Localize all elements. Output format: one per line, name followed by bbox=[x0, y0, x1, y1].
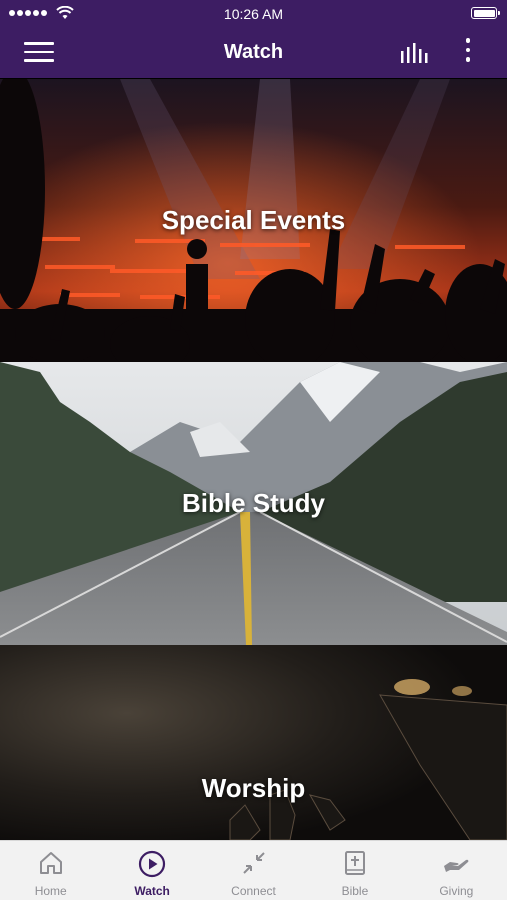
battery-icon bbox=[471, 7, 500, 19]
play-circle-icon bbox=[139, 850, 166, 878]
connect-arrows-icon bbox=[242, 852, 265, 874]
giving-hand-icon bbox=[444, 859, 469, 872]
worship-image bbox=[0, 645, 507, 840]
tab-label: Home bbox=[34, 884, 67, 898]
home-icon bbox=[39, 852, 62, 874]
worship-card[interactable]: Worship bbox=[0, 645, 507, 840]
tab-giving[interactable]: Giving bbox=[406, 841, 507, 900]
tab-watch[interactable]: Watch bbox=[101, 841, 202, 900]
tab-connect[interactable]: Connect bbox=[203, 841, 304, 900]
card-title: Special Events bbox=[161, 205, 346, 235]
vertical-dots-icon bbox=[465, 38, 471, 43]
tab-home[interactable]: Home bbox=[0, 841, 101, 900]
more-options-button[interactable] bbox=[460, 38, 476, 68]
card-title: Bible Study bbox=[181, 488, 325, 518]
tab-label: Connect bbox=[231, 884, 276, 898]
tab-bible[interactable]: Bible bbox=[304, 841, 405, 900]
status-bar: 10:26 AM bbox=[0, 0, 507, 28]
bible-book-icon bbox=[344, 851, 365, 875]
bible-study-card[interactable]: Bible Study bbox=[0, 362, 507, 645]
tab-label: Watch bbox=[134, 884, 170, 898]
page-title: Watch bbox=[223, 41, 284, 63]
nav-bar: Watch bbox=[0, 28, 507, 78]
tab-label: Giving bbox=[439, 884, 474, 898]
tab-bar: Home Watch Connect Bible Giving bbox=[0, 840, 507, 900]
special-events-card[interactable]: Special Events bbox=[0, 79, 507, 362]
tab-label: Bible bbox=[341, 884, 369, 898]
battery-level bbox=[473, 9, 495, 17]
status-time: 10:26 AM bbox=[223, 6, 284, 22]
equalizer-bars-icon[interactable] bbox=[400, 42, 430, 64]
card-title: Worship bbox=[201, 773, 306, 803]
